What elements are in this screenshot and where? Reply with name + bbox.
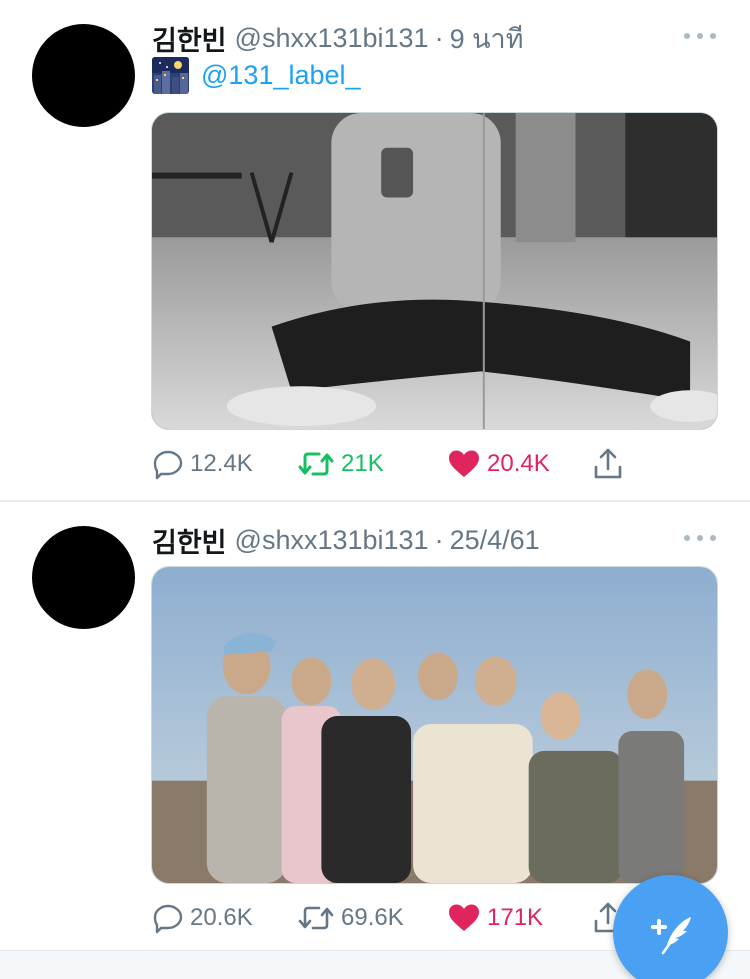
- reply-count: 12.4K: [190, 450, 253, 477]
- tweet-header: 김한빈 @shxx131bi131 · 9 นาที: [152, 19, 524, 58]
- night-city-emoji-icon: [152, 56, 189, 94]
- separator-dot: ·: [434, 524, 444, 555]
- display-name[interactable]: 김한빈: [152, 19, 227, 58]
- retweet-icon: [298, 906, 334, 930]
- username-handle[interactable]: @shxx131bi131: [235, 23, 429, 54]
- mention-link[interactable]: @131_label_: [201, 60, 361, 91]
- retweet-count: 69.6K: [341, 904, 404, 931]
- tweet-actions: 12.4K 21K 20.4K: [152, 446, 692, 482]
- timestamp[interactable]: 9 นาที: [450, 17, 524, 60]
- display-name[interactable]: 김한빈: [152, 521, 227, 560]
- tweet-photo[interactable]: [151, 566, 718, 884]
- like-button[interactable]: 171K: [447, 900, 543, 936]
- share-button[interactable]: [592, 446, 630, 482]
- more-dots-icon[interactable]: [684, 26, 716, 46]
- avatar[interactable]: [32, 24, 135, 127]
- avatar[interactable]: [32, 526, 135, 629]
- heart-icon: [449, 450, 479, 477]
- heart-icon: [449, 904, 479, 931]
- share-icon: [594, 448, 622, 479]
- like-count: 20.4K: [487, 450, 550, 477]
- reply-button[interactable]: 20.6K: [152, 900, 253, 936]
- reply-count: 20.6K: [190, 904, 253, 931]
- retweet-button[interactable]: 69.6K: [297, 900, 404, 936]
- speech-bubble-icon: [153, 450, 183, 480]
- retweet-button[interactable]: 21K: [297, 446, 384, 482]
- username-handle[interactable]: @shxx131bi131: [235, 525, 429, 556]
- reply-button[interactable]: 12.4K: [152, 446, 253, 482]
- speech-bubble-icon: [153, 904, 183, 934]
- compose-tweet-button[interactable]: [613, 875, 728, 979]
- tweet[interactable]: 김한빈 @shxx131bi131 · 9 นาที @131_label_ 1…: [0, 0, 750, 500]
- timestamp[interactable]: 25/4/61: [450, 525, 540, 556]
- tweet-text: @131_label_: [152, 56, 361, 94]
- like-button[interactable]: 20.4K: [447, 446, 550, 482]
- retweet-count: 21K: [341, 450, 384, 477]
- tweet-actions: 20.6K 69.6K 171K: [152, 900, 692, 936]
- like-count: 171K: [487, 904, 544, 931]
- compose-feather-icon: [650, 916, 691, 954]
- tweet-photo[interactable]: [151, 112, 718, 430]
- tweet[interactable]: 김한빈 @shxx131bi131 · 25/4/61 20.6K 69.6K …: [0, 502, 750, 950]
- separator-dot: ·: [434, 22, 444, 53]
- retweet-icon: [298, 452, 334, 476]
- more-dots-icon[interactable]: [684, 528, 716, 548]
- tweet-header: 김한빈 @shxx131bi131 · 25/4/61: [152, 521, 540, 560]
